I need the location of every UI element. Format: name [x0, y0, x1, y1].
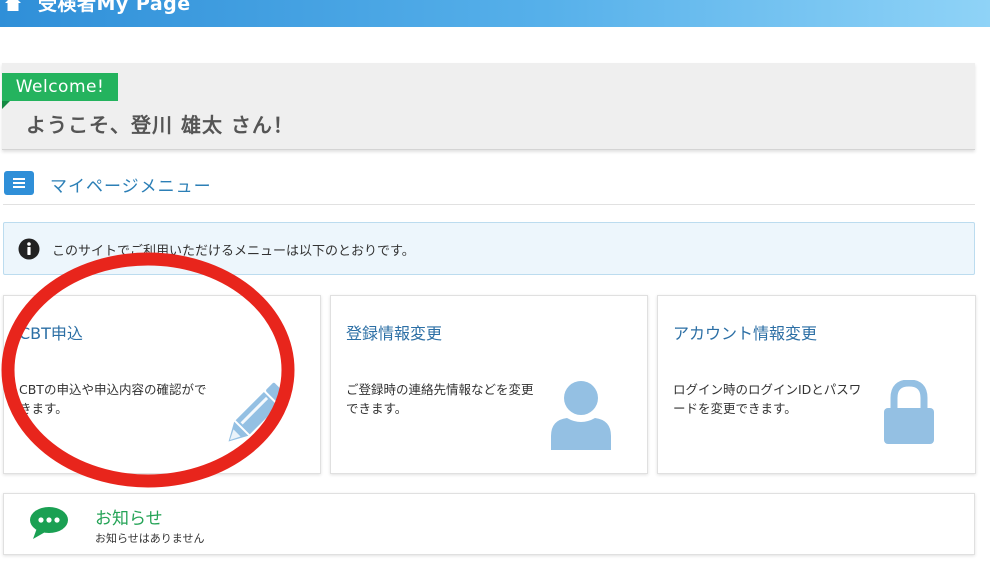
menu-title: マイページメニュー [50, 177, 212, 197]
card-title-account[interactable]: アカウント情報変更 [673, 320, 817, 344]
registration-info-card[interactable]: 登録情報変更 ご登録時の連絡先情報などを変更できます。 [330, 295, 648, 474]
welcome-panel: Welcome! ようこそ、登川 雄太 さん！ [2, 63, 975, 150]
notice-title: お知らせ [95, 509, 163, 529]
pencil-icon [228, 382, 288, 442]
mypage-menu-header: マイページメニュー [3, 170, 975, 205]
welcome-badge: Welcome! [2, 73, 118, 101]
card-title-registration[interactable]: 登録情報変更 [346, 320, 442, 344]
card-title-cbt[interactable]: CBT申込 [19, 320, 83, 344]
notice-panel: お知らせ お知らせはありません [3, 493, 975, 555]
info-text: このサイトでご利用いただけるメニューは以下のとおりです。 [52, 244, 415, 259]
greeting-text: ようこそ、登川 雄太 さん！ [26, 113, 294, 137]
account-info-card[interactable]: アカウント情報変更 ログイン時のログインIDとパスワードを変更できます。 [657, 295, 976, 474]
card-desc-account: ログイン時のログインIDとパスワードを変更できます。 [673, 382, 862, 416]
cbt-application-card[interactable]: CBT申込 CBTの申込や申込内容の確認ができます。 [3, 295, 321, 474]
page-title: 受検者My Page [38, 0, 191, 15]
home-icon[interactable] [4, 0, 22, 12]
list-icon [4, 171, 34, 195]
user-icon [551, 381, 611, 450]
info-alert: このサイトでご利用いただけるメニューは以下のとおりです。 [3, 222, 975, 275]
welcome-badge-fold [2, 101, 10, 109]
card-desc-registration: ご登録時の連絡先情報などを変更できます。 [346, 382, 534, 416]
notice-text: お知らせはありません [95, 532, 205, 545]
chat-bubble-icon [30, 507, 68, 539]
page-header: 受検者My Page [0, 0, 990, 27]
lock-icon [884, 380, 934, 444]
card-desc-cbt: CBTの申込や申込内容の確認ができます。 [19, 382, 207, 416]
info-icon [18, 238, 40, 260]
